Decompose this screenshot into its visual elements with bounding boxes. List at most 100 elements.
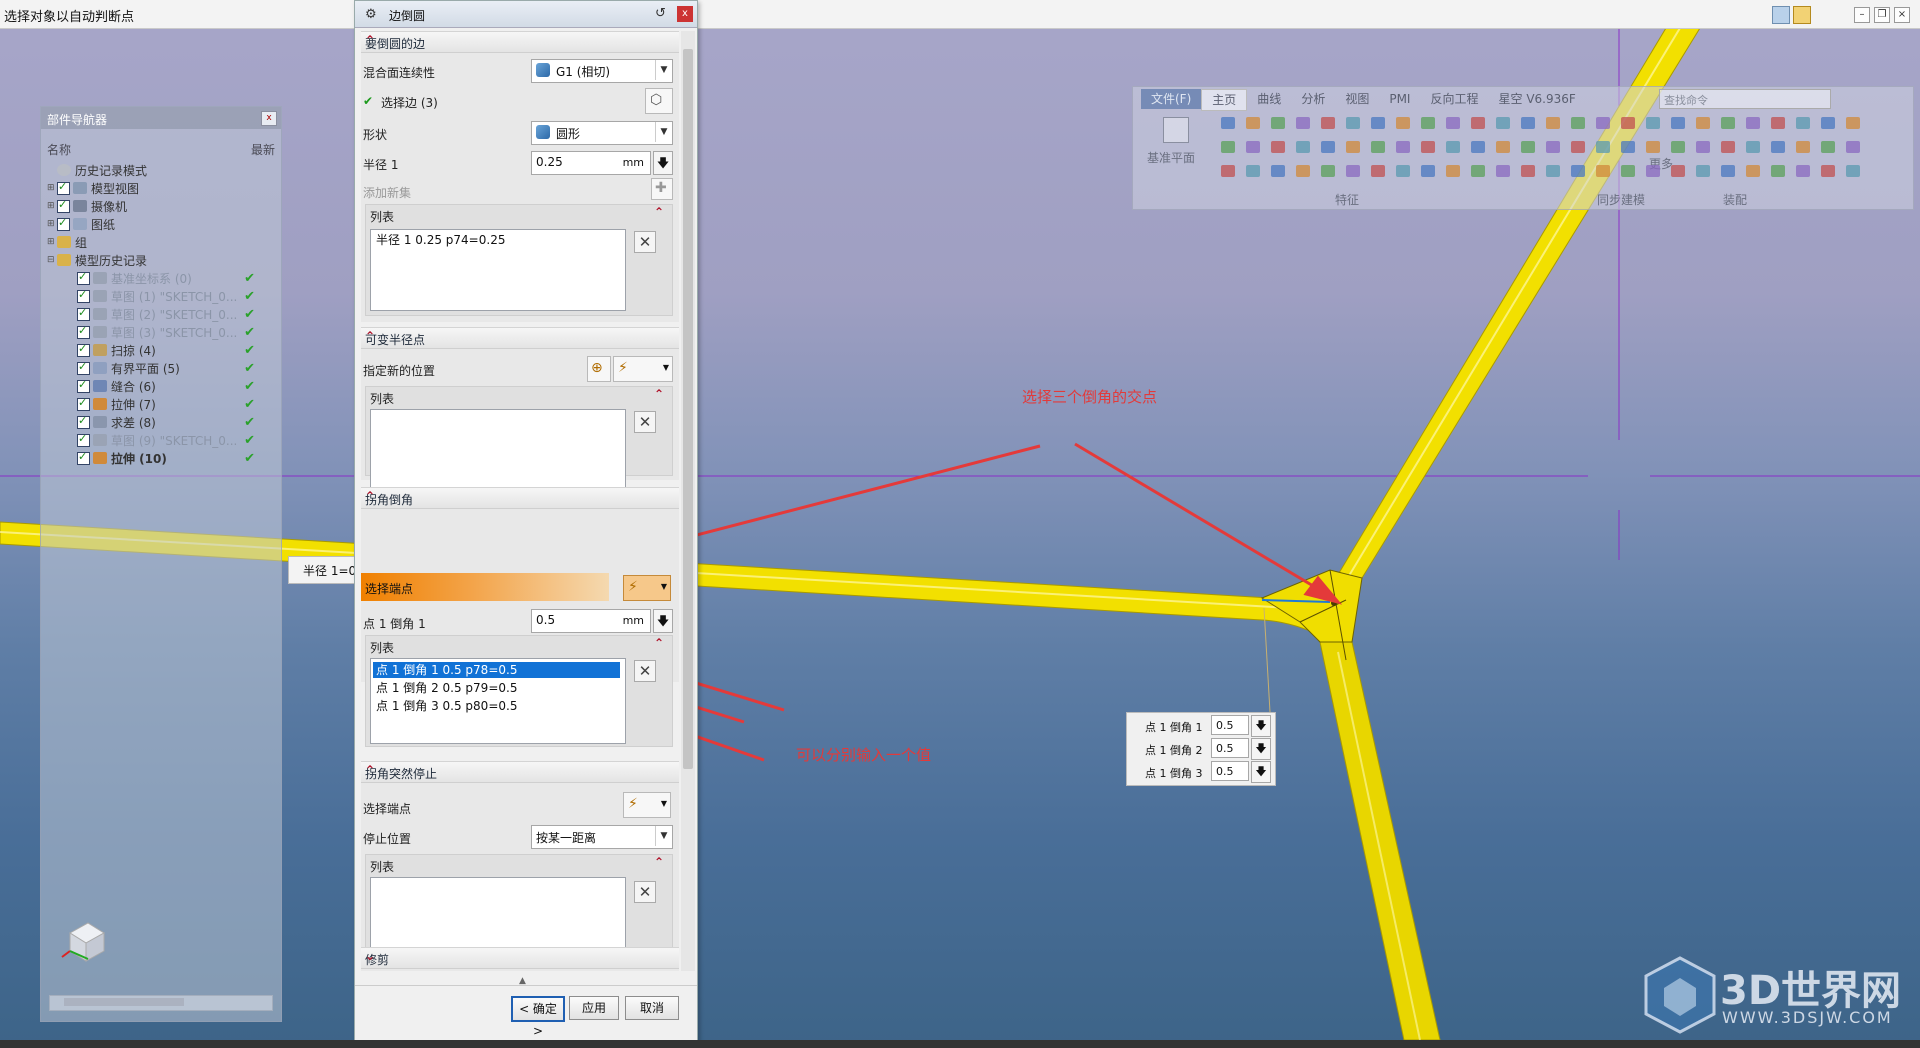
ribbon-command-icon[interactable] xyxy=(1271,117,1285,129)
ribbon-command-icon[interactable] xyxy=(1471,117,1485,129)
ribbon-command-icon[interactable] xyxy=(1246,117,1260,129)
collapse-icon[interactable]: ⌃ xyxy=(365,489,671,503)
arrow-down-icon[interactable]: 🡇 xyxy=(1251,738,1271,760)
delete-icon[interactable]: ✕ xyxy=(634,660,656,682)
setback-list[interactable]: 点 1 倒角 1 0.5 p78=0.5 点 1 倒角 2 0.5 p79=0.… xyxy=(370,658,626,744)
close-icon[interactable]: × xyxy=(1894,7,1910,23)
ribbon-command-icon[interactable] xyxy=(1471,141,1485,153)
ribbon-command-icon[interactable] xyxy=(1496,165,1510,177)
ribbon-command-icon[interactable] xyxy=(1596,141,1610,153)
command-search-input[interactable]: 查找命令 xyxy=(1659,89,1831,109)
column-latest[interactable]: 最新 xyxy=(251,141,275,158)
ribbon-command-icon[interactable] xyxy=(1446,165,1460,177)
chevron-down-icon[interactable]: ▼ xyxy=(655,60,672,80)
ribbon-command-icon[interactable] xyxy=(1796,165,1810,177)
ribbon-command-icon[interactable] xyxy=(1521,141,1535,153)
view-layout-icon[interactable] xyxy=(1793,6,1811,24)
ribbon-command-icon[interactable] xyxy=(1496,117,1510,129)
setback-value-input[interactable]: 0.5 xyxy=(1211,738,1249,758)
section-header[interactable]: 可变半径点 ⌃ xyxy=(361,328,679,349)
section-header[interactable]: 拐角倒角 ⌃ xyxy=(361,488,679,509)
ribbon-command-icon[interactable] xyxy=(1396,117,1410,129)
navigator-tree[interactable]: 历史记录模式 ⊞ 模型视图 ⊞ 摄像机 ⊞ 图纸 ⊞ 组 ⊟ 模型历 xyxy=(47,161,277,467)
ribbon-command-icon[interactable] xyxy=(1446,117,1460,129)
tree-item-feature[interactable]: 有界平面 (5) ✔ xyxy=(47,359,277,377)
expand-icon[interactable]: ⊞ xyxy=(47,237,57,247)
setback-value-input[interactable]: 0.5 xyxy=(1211,761,1249,781)
ribbon-command-icon[interactable] xyxy=(1271,165,1285,177)
ribbon-command-icon[interactable] xyxy=(1321,165,1335,177)
collapse-icon[interactable]: ⌃ xyxy=(365,33,671,47)
ribbon-command-icon[interactable] xyxy=(1546,141,1560,153)
ribbon-command-icon[interactable] xyxy=(1571,141,1585,153)
chevron-down-icon[interactable]: ▼ xyxy=(655,122,672,142)
arrow-down-icon[interactable]: 🡇 xyxy=(653,609,673,633)
ribbon-command-icon[interactable] xyxy=(1496,141,1510,153)
visibility-checkbox[interactable] xyxy=(77,432,90,447)
visibility-checkbox[interactable] xyxy=(77,270,90,285)
ribbon-command-icon[interactable] xyxy=(1221,165,1235,177)
point-snap-button[interactable]: ⚡ ▼ xyxy=(613,356,673,382)
visibility-checkbox[interactable] xyxy=(77,342,90,357)
visibility-checkbox[interactable] xyxy=(77,450,90,465)
ribbon-command-icon[interactable] xyxy=(1821,141,1835,153)
ribbon-command-icon[interactable] xyxy=(1296,117,1310,129)
section-header[interactable]: 拐角突然停止 ⌃ xyxy=(361,762,679,783)
tab-view[interactable]: 视图 xyxy=(1335,89,1379,109)
ribbon-command-icon[interactable] xyxy=(1646,165,1660,177)
collapse-icon[interactable]: ⌃ xyxy=(654,387,664,401)
blend-continuity-select[interactable]: G1 (相切) ▼ xyxy=(531,59,673,83)
visibility-checkbox[interactable] xyxy=(77,288,90,303)
ribbon-command-icon[interactable] xyxy=(1446,141,1460,153)
select-endpoint-active[interactable]: 选择端点 xyxy=(361,573,609,601)
tab-pmi[interactable]: PMI xyxy=(1379,89,1420,109)
ribbon-command-icon[interactable] xyxy=(1621,117,1635,129)
visibility-checkbox[interactable] xyxy=(77,414,90,429)
navigator-column-header[interactable]: 名称 最新 xyxy=(47,141,275,158)
arrow-down-icon[interactable]: 🡇 xyxy=(1251,715,1271,737)
expand-icon[interactable]: ⊞ xyxy=(47,201,57,211)
tree-item-feature[interactable]: 缝合 (6) ✔ xyxy=(47,377,277,395)
visibility-checkbox[interactable] xyxy=(77,324,90,339)
select-edge-label[interactable]: 选择边 (3) xyxy=(381,94,438,111)
ribbon-command-icon[interactable] xyxy=(1696,117,1710,129)
tab-file[interactable]: 文件(F) xyxy=(1141,89,1202,109)
shape-select[interactable]: 圆形 ▼ xyxy=(531,121,673,145)
ribbon-command-icon[interactable] xyxy=(1696,165,1710,177)
ribbon-command-icon[interactable] xyxy=(1546,165,1560,177)
ribbon-command-icon[interactable] xyxy=(1746,165,1760,177)
close-icon[interactable]: x xyxy=(677,6,693,22)
ribbon-command-icon[interactable] xyxy=(1671,117,1685,129)
collapse-icon[interactable]: ⌃ xyxy=(365,763,671,777)
collapse-icon[interactable]: ⌃ xyxy=(654,855,664,869)
collapse-icon[interactable]: ⌃ xyxy=(365,329,671,343)
ribbon-command-icon[interactable] xyxy=(1646,141,1660,153)
ribbon-command-icon[interactable] xyxy=(1646,117,1660,129)
ribbon-command-icon[interactable] xyxy=(1346,117,1360,129)
expand-icon[interactable]: ⊞ xyxy=(47,183,57,193)
tree-item-feature[interactable]: 草图 (3) "SKETCH_0... ✔ xyxy=(47,323,277,341)
tree-item-cameras[interactable]: ⊞ 摄像机 xyxy=(47,197,277,215)
ribbon-command-icon[interactable] xyxy=(1296,165,1310,177)
ribbon-command-icon[interactable] xyxy=(1396,165,1410,177)
ribbon-command-icon[interactable] xyxy=(1721,165,1735,177)
tree-item-feature[interactable]: 拉伸 (10) ✔ xyxy=(47,449,277,467)
ribbon-command-icon[interactable] xyxy=(1696,141,1710,153)
restore-icon[interactable]: ❐ xyxy=(1874,7,1890,23)
tree-item-feature[interactable]: 草图 (2) "SKETCH_0... ✔ xyxy=(47,305,277,323)
ribbon-command-icon[interactable] xyxy=(1221,117,1235,129)
ribbon-command-icon[interactable] xyxy=(1746,141,1760,153)
stop-location-select[interactable]: 按某一距离 ▼ xyxy=(531,825,673,849)
endpoint-snap-button[interactable]: ⚡ ▼ xyxy=(623,575,671,601)
tree-item-feature[interactable]: 求差 (8) ✔ xyxy=(47,413,277,431)
tree-item-feature[interactable]: 草图 (1) "SKETCH_0... ✔ xyxy=(47,287,277,305)
dialog-title-bar[interactable]: ⚙ 边倒圆 ↺ x xyxy=(355,1,697,28)
ribbon-command-icon[interactable] xyxy=(1621,165,1635,177)
scroll-up-icon[interactable]: ▲ xyxy=(519,976,526,986)
ribbon-command-icon[interactable] xyxy=(1246,165,1260,177)
list-item[interactable]: 点 1 倒角 3 0.5 p80=0.5 xyxy=(373,698,517,714)
point-setback-input[interactable]: 0.5 mm xyxy=(531,609,651,633)
variable-radius-list[interactable] xyxy=(370,409,626,493)
ribbon-command-icon[interactable] xyxy=(1821,117,1835,129)
view-toolbar[interactable] xyxy=(1772,6,1811,24)
